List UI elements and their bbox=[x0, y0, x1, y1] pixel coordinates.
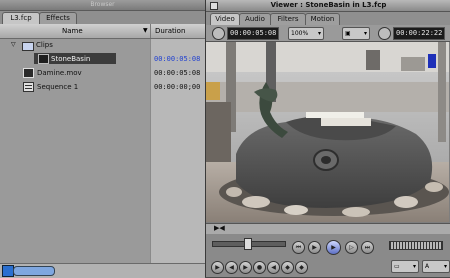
duration-value: 00:00:00;00 bbox=[154, 83, 201, 91]
marker-button[interactable]: ● bbox=[253, 261, 266, 274]
browser-window: Browser L3.fcp Effects Name ▼ Duration ▽… bbox=[0, 0, 205, 278]
play-button[interactable]: ▶ bbox=[326, 240, 341, 255]
mark-out-button[interactable]: ◀ bbox=[267, 261, 280, 274]
bin-icon bbox=[22, 42, 34, 51]
in-out-marker-icon: ▶◀ bbox=[214, 224, 225, 232]
column-divider[interactable] bbox=[150, 24, 151, 38]
list-item[interactable]: Damine.mov bbox=[37, 69, 82, 77]
clip-icon bbox=[23, 68, 34, 78]
browser-tab-bar: L3.fcp Effects bbox=[0, 11, 205, 25]
chevron-down-icon: ▾ bbox=[443, 263, 447, 270]
zoom-value: 100% bbox=[291, 30, 309, 37]
browser-title-bar[interactable]: Browser bbox=[0, 0, 205, 11]
list-item[interactable]: StoneBasin bbox=[51, 55, 90, 63]
column-header-name[interactable]: Name bbox=[62, 27, 83, 35]
recent-clips-popup[interactable]: ▭ ▾ bbox=[391, 260, 419, 273]
mark-in-button[interactable]: ▶ bbox=[239, 261, 252, 274]
sort-arrow-icon[interactable]: ▼ bbox=[143, 27, 148, 34]
scroll-thumb[interactable] bbox=[13, 266, 55, 276]
tab-motion[interactable]: Motion bbox=[305, 13, 340, 25]
chevron-down-icon: ▾ bbox=[317, 30, 321, 37]
text-generator-icon: A bbox=[425, 263, 430, 270]
duration-value: 00:00:05:08 bbox=[154, 55, 201, 63]
video-frame[interactable] bbox=[206, 42, 449, 222]
jog-slider-thumb[interactable] bbox=[244, 238, 252, 250]
shuttle-control[interactable] bbox=[389, 241, 443, 250]
tab-video[interactable]: Video bbox=[210, 13, 240, 25]
column-header-duration[interactable]: Duration bbox=[155, 27, 185, 35]
shuttle-dial-icon[interactable] bbox=[212, 27, 225, 40]
sequence-icon bbox=[23, 82, 34, 92]
tab-effects[interactable]: Effects bbox=[39, 12, 77, 24]
disclosure-triangle-icon[interactable]: ▽ bbox=[11, 41, 16, 48]
current-timecode[interactable]: 00:00:22:22 bbox=[393, 27, 446, 40]
chevron-down-icon: ▾ bbox=[412, 263, 416, 270]
previous-edit-button[interactable]: ⏮ bbox=[292, 241, 305, 254]
next-edit-button[interactable]: ⏭ bbox=[361, 241, 374, 254]
film-icon: ▭ bbox=[394, 263, 400, 270]
view-options-popup[interactable]: ▣ ▾ bbox=[342, 27, 370, 40]
list-item[interactable]: Clips bbox=[36, 41, 53, 49]
mark-clip-button[interactable]: ◀ bbox=[225, 261, 238, 274]
add-marker-button[interactable]: ◆ bbox=[295, 261, 308, 274]
tab-filters[interactable]: Filters bbox=[270, 13, 306, 25]
match-frame-button[interactable]: ▶ bbox=[211, 261, 224, 274]
viewer-tab-bar: Video Audio Filters Motion bbox=[206, 12, 450, 26]
clock-icon[interactable] bbox=[378, 27, 391, 40]
duration-timecode[interactable]: 00:00:05:08 bbox=[227, 27, 280, 40]
duration-value: 00:00:05:08 bbox=[154, 69, 201, 77]
scrubber-bar[interactable] bbox=[206, 223, 450, 234]
stone-basin-image bbox=[206, 42, 449, 222]
generator-popup[interactable]: A ▾ bbox=[422, 260, 450, 273]
tab-audio[interactable]: Audio bbox=[239, 13, 271, 25]
clip-icon bbox=[38, 54, 49, 64]
list-item[interactable]: Sequence 1 bbox=[37, 83, 78, 91]
viewer-window-title: Viewer : StoneBasin in L3.fcp bbox=[270, 1, 387, 9]
frame-icon: ▣ bbox=[345, 30, 351, 37]
play-around-button[interactable]: ▷ bbox=[345, 241, 358, 254]
column-header: Name ▼ Duration bbox=[0, 24, 205, 39]
zoom-popup[interactable]: 100% ▾ bbox=[288, 27, 324, 40]
chevron-down-icon: ▾ bbox=[363, 30, 367, 37]
browser-window-title: Browser bbox=[90, 1, 115, 8]
keyframe-button[interactable]: ◆ bbox=[281, 261, 294, 274]
tab-project[interactable]: L3.fcp bbox=[2, 12, 40, 24]
out-point-marker-icon bbox=[428, 54, 436, 68]
play-in-to-out-button[interactable]: ▶ bbox=[308, 241, 321, 254]
viewer-title-bar[interactable]: Viewer : StoneBasin in L3.fcp bbox=[206, 0, 450, 12]
